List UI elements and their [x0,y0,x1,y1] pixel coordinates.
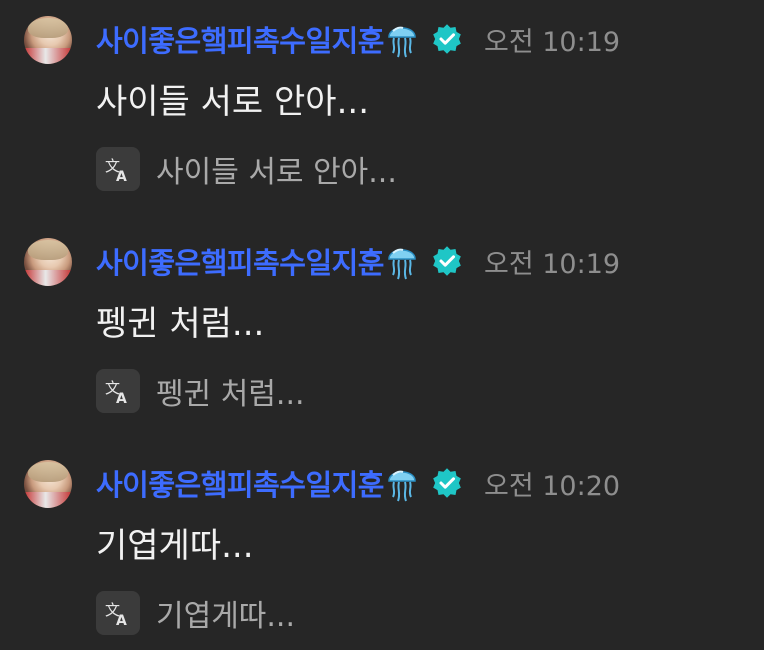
translation-text: 펭귄 처럼... [156,377,305,412]
avatar[interactable] [24,460,72,508]
avatar-hair [28,240,68,260]
username[interactable]: 사이좋은햌피촉수일지훈 [96,240,384,282]
message-item: 사이좋은햌피촉수일지훈 오전 10:19 사이들 서로 안아... 文 A 사이… [0,0,764,215]
verified-icon [432,24,462,54]
jellyfish-icon [386,19,418,59]
avatar-shirt [24,270,72,286]
svg-text:A: A [116,613,127,628]
avatar[interactable] [24,16,72,64]
translation-row[interactable]: 文 A 사이들 서로 안아... [96,146,397,192]
message-feed: 사이좋은햌피촉수일지훈 오전 10:19 사이들 서로 안아... 文 A 사이… [0,0,764,650]
timestamp: 오전 10:19 [483,26,621,58]
verified-icon [432,468,462,498]
message-item: 사이좋은햌피촉수일지훈 오전 10:20 기엽게따... 文 A 기엽게따... [0,444,764,650]
translation-row[interactable]: 文 A 기엽게따... [96,590,295,636]
translation-row[interactable]: 文 A 펭귄 처럼... [96,368,305,414]
jellyfish-icon [386,241,418,281]
avatar[interactable] [24,238,72,286]
timestamp: 오전 10:19 [483,248,621,280]
message-text: 기엽게따... [96,526,254,566]
avatar-hair [28,18,68,38]
username[interactable]: 사이좋은햌피촉수일지훈 [96,462,384,504]
message-header: 사이좋은햌피촉수일지훈 오전 10:19 [96,18,620,60]
message-item: 사이좋은햌피촉수일지훈 오전 10:19 펭귄 처럼... 文 A 펭귄 처럼.… [0,222,764,437]
translation-text: 사이들 서로 안아... [156,155,397,190]
translate-icon[interactable]: 文 A [96,591,140,635]
svg-text:A: A [116,391,127,406]
message-header: 사이좋은햌피촉수일지훈 오전 10:20 [96,462,620,504]
timestamp: 오전 10:20 [483,470,621,502]
username[interactable]: 사이좋은햌피촉수일지훈 [96,18,384,60]
jellyfish-icon [386,463,418,503]
message-text: 펭귄 처럼... [96,304,265,344]
translation-text: 기엽게따... [156,599,296,634]
avatar-shirt [24,48,72,64]
verified-icon [432,246,462,276]
avatar-hair [28,462,68,482]
translate-icon[interactable]: 文 A [96,147,140,191]
svg-text:A: A [116,169,127,184]
translate-icon[interactable]: 文 A [96,369,140,413]
message-header: 사이좋은햌피촉수일지훈 오전 10:19 [96,240,620,282]
avatar-shirt [24,492,72,508]
message-text: 사이들 서로 안아... [96,82,369,122]
